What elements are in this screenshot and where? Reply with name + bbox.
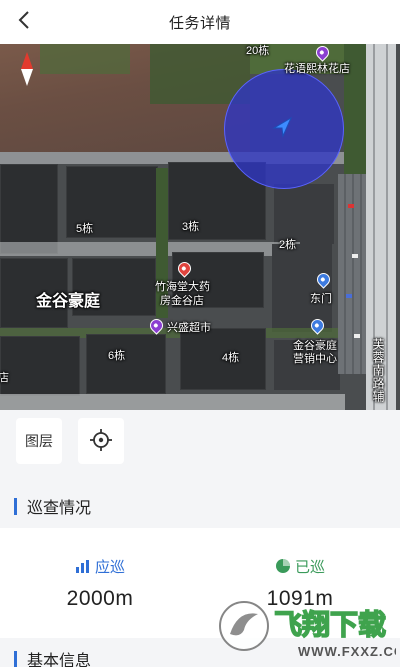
patrol-section-header: 巡查情况 [0, 487, 400, 525]
patrol-stats-panel: 应巡 2000m 已巡 1091m [0, 528, 400, 638]
patrol-section-title: 巡查情况 [27, 500, 92, 517]
map-label-pharmacy-line2: 房金谷店 [160, 295, 204, 307]
map-label-flower-shop: 花语熙林花店 [284, 63, 350, 75]
stat-should-label-row: 应巡 [75, 556, 125, 577]
map-building [86, 334, 166, 394]
map-building [0, 336, 80, 396]
layers-button-label: 图层 [25, 433, 53, 449]
stat-done-label: 已巡 [294, 558, 325, 576]
map-label-building-5: 5栋 [76, 223, 94, 235]
stat-done-label-row: 已巡 [275, 556, 325, 577]
task-detail-screen: 任务详情 20栋 花语熙林花店 5栋 3栋 2栋 金谷豪庭 竹海堂大药 房金谷店… [0, 0, 400, 667]
map-label-building-20: 20栋 [246, 45, 270, 57]
navigation-arrow-icon [271, 116, 293, 143]
map-label-building-3: 3栋 [182, 221, 200, 233]
stat-done-patrol: 已巡 1091m [200, 528, 400, 638]
chevron-left-icon [18, 10, 30, 34]
map-road [0, 394, 345, 410]
satellite-map[interactable]: 20栋 花语熙林花店 5栋 3栋 2栋 金谷豪庭 竹海堂大药 房金谷店 东门 兴… [0, 44, 400, 410]
map-car [354, 334, 360, 338]
map-building [0, 164, 58, 254]
map-controls: 图层 [0, 410, 400, 476]
layers-button[interactable]: 图层 [16, 418, 62, 464]
map-vegetation [40, 44, 130, 74]
bar-chart-icon [75, 558, 91, 574]
map-label-road: 芙蓉南路辅 [371, 338, 385, 403]
stat-should-label: 应巡 [94, 558, 125, 576]
map-building [274, 184, 334, 244]
crosshair-icon [89, 428, 113, 455]
map-label-sales-line2: 营销中心 [293, 353, 337, 365]
map-label-building-4: 4栋 [222, 352, 240, 364]
map-car [348, 204, 354, 208]
map-label-community: 金谷豪庭 [36, 293, 101, 310]
back-button[interactable] [8, 6, 40, 38]
map-label-building-2: 2栋 [279, 239, 297, 251]
map-label-clipped: 店 [0, 372, 9, 384]
compass-needle-icon [20, 52, 34, 91]
map-car [352, 254, 358, 258]
basic-info-section-title: 基本信息 [27, 653, 92, 667]
section-accent-bar [14, 650, 17, 667]
section-accent-bar [14, 497, 17, 515]
locate-button[interactable] [78, 418, 124, 464]
top-nav-bar: 任务详情 [0, 0, 400, 44]
basic-info-section-header: 基本信息 [0, 640, 400, 667]
map-car [346, 294, 352, 298]
pie-chart-icon [275, 558, 291, 574]
page-title: 任务详情 [168, 14, 231, 32]
stat-should-value: 2000m [66, 586, 134, 610]
map-label-supermarket: 兴盛超市 [167, 322, 211, 334]
map-label-building-6: 6栋 [108, 350, 126, 362]
map-label-east-gate: 东门 [310, 293, 332, 305]
stat-done-value: 1091m [266, 586, 334, 610]
stat-should-patrol: 应巡 2000m [0, 528, 200, 638]
